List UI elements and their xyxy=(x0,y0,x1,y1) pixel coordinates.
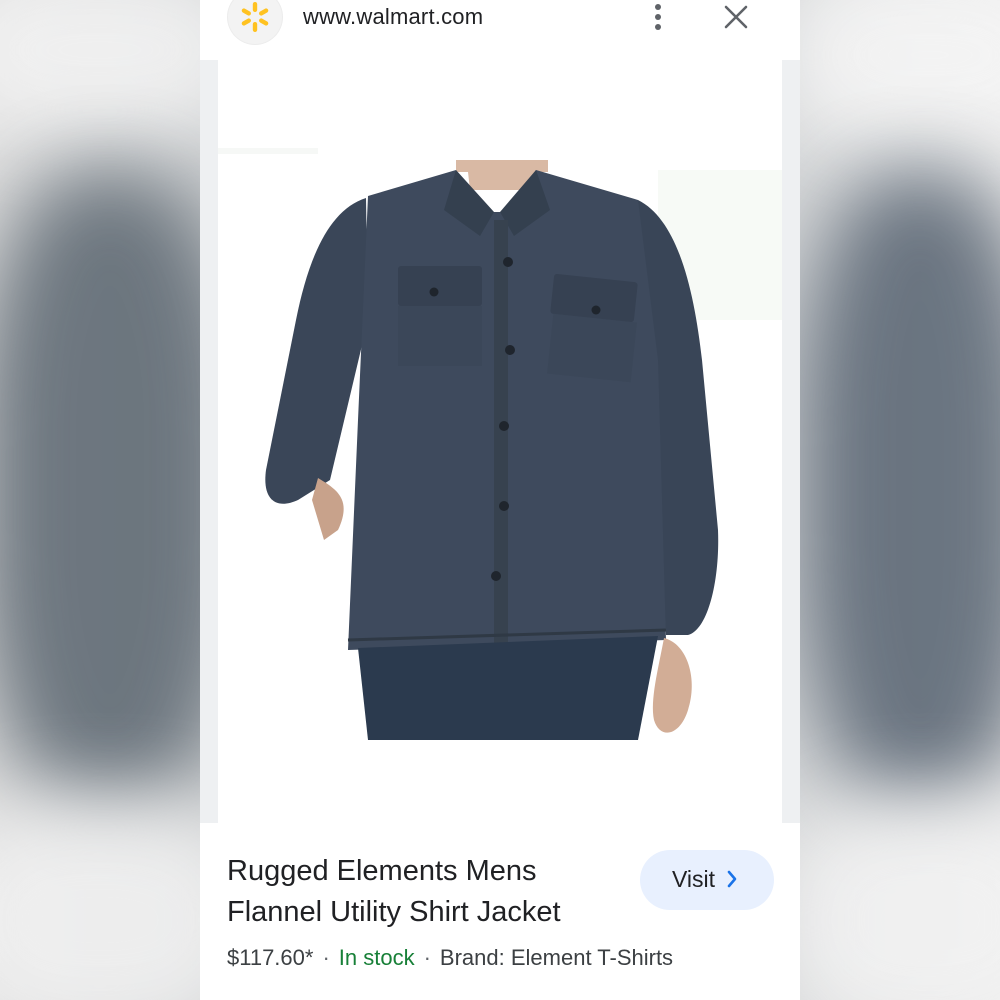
screen: www.walmart.com Rugged Elements Mens Fla… xyxy=(0,0,1000,1000)
stock-status: In stock xyxy=(338,945,415,970)
product-preview-card: www.walmart.com Rugged Elements Mens Fla… xyxy=(200,0,800,1000)
site-url[interactable]: www.walmart.com xyxy=(303,4,483,30)
visit-label: Visit xyxy=(672,866,716,892)
product-title[interactable]: Rugged Elements Mens Flannel Utility Shi… xyxy=(227,851,617,933)
product-image[interactable] xyxy=(218,60,782,823)
close-icon[interactable] xyxy=(722,3,750,31)
price: $117.60* xyxy=(227,945,314,970)
separator: · xyxy=(423,945,431,970)
more-vert-icon[interactable] xyxy=(648,0,670,34)
image-gutter-right xyxy=(782,60,800,823)
visit-button[interactable]: Visit xyxy=(640,850,774,910)
product-info: Rugged Elements Mens Flannel Utility Shi… xyxy=(200,823,800,1000)
walmart-spark-icon xyxy=(228,0,282,44)
browser-top-bar: www.walmart.com xyxy=(200,0,800,60)
jacket-photo xyxy=(218,60,782,823)
chevron-right-icon xyxy=(726,869,738,894)
brand: Brand: Element T-Shirts xyxy=(439,945,674,970)
separator: · xyxy=(322,945,330,970)
product-meta: $117.60* · In stock · Brand: Element T-Shirt… xyxy=(227,945,673,971)
image-gutter-left xyxy=(200,60,218,823)
